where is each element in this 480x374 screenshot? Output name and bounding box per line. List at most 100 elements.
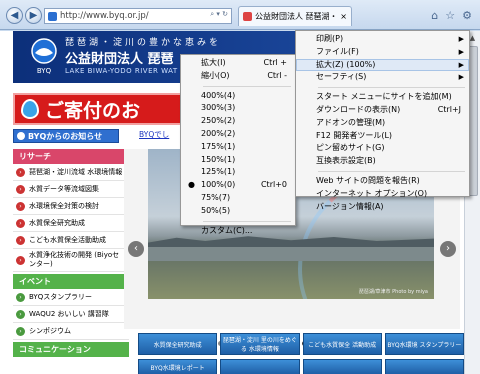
menu-item-label: インターネット オプション(O) <box>316 188 428 198</box>
sidebar-item[interactable]: › シンポジウム <box>13 323 129 340</box>
slider-prev-icon[interactable]: ‹ <box>128 241 144 257</box>
submenu-arrow-icon: ▶ <box>458 47 464 56</box>
sidebar-item[interactable]: › こども水質保全活動助成 <box>13 232 129 249</box>
menu-item[interactable]: 200%(2) <box>181 128 295 141</box>
sidebar-item-label: 水環境保全対策の検討 <box>29 201 99 210</box>
slider-next-icon[interactable]: › <box>440 241 456 257</box>
favorites-star-icon[interactable]: ☆ <box>445 9 455 22</box>
submenu-arrow-icon: ▶ <box>458 35 464 43</box>
menu-item[interactable]: インターネット オプション(O) <box>296 188 469 201</box>
browser-toolbar: ◀ ▶ http://www.byq.or.jp/ ⌕ ▾ ↻ 公益財団法人 琵… <box>0 0 480 30</box>
menu-item[interactable]: 250%(2) <box>181 115 295 128</box>
submenu-arrow-icon: ▶ <box>458 60 464 69</box>
sidebar-item[interactable]: › 水質浄化技術の開発 (Biyoセンター) <box>13 249 129 272</box>
menu-separator <box>318 87 465 89</box>
menu-item[interactable]: 75%(7) <box>181 192 295 205</box>
banner-button[interactable] <box>384 359 464 374</box>
sidebar-item-label: BYQスタンプラリー <box>29 292 92 301</box>
menu-item[interactable]: Web サイトの問題を報告(R) <box>296 175 469 188</box>
menu-item[interactable]: 50%(5) <box>181 205 295 218</box>
menu-item-label: 125%(1) <box>201 167 236 177</box>
address-bar[interactable]: http://www.byq.or.jp/ ⌕ ▾ ↻ <box>44 8 232 24</box>
banner-button[interactable]: 水質保全研究助成 <box>138 333 218 355</box>
home-icon[interactable]: ⌂ <box>431 9 438 22</box>
menu-item-label: 印刷(P) <box>316 34 344 43</box>
banner-buttons: 水質保全研究助成 琵琶湖・淀川 里の川をめぐる 水環境情報 こども水質保全 活動助成… <box>138 333 464 355</box>
sidebar-item[interactable]: › WAQU2 おいしい 講習隊 <box>13 306 129 323</box>
menu-item-label: ダウンロードの表示(N) <box>316 104 401 114</box>
menu-item-label: 175%(1) <box>201 141 236 151</box>
menu-item-label: F12 開発者ツール(L) <box>316 130 393 140</box>
menu-separator <box>203 220 291 222</box>
menu-separator <box>318 170 465 172</box>
menu-item-shortcut: Ctrl+0 <box>260 180 287 190</box>
menu-item[interactable]: ダウンロードの表示(N) Ctrl+J <box>296 104 469 117</box>
menu-item[interactable]: ● 100%(0) Ctrl+0 <box>181 179 295 192</box>
back-arrow-icon[interactable]: ◀ <box>6 7 23 24</box>
menu-item[interactable]: 400%(4) <box>181 90 295 103</box>
sidebar-item-label: こども水質保全活動助成 <box>29 235 106 244</box>
banner-button[interactable]: 琵琶湖・淀川 里の川をめぐる 水環境情報 <box>220 333 300 355</box>
menu-item-label: Web サイトの問題を報告(R) <box>316 175 420 185</box>
byq-logo[interactable]: BYQ <box>29 37 59 77</box>
banner-button[interactable] <box>302 359 382 374</box>
address-url[interactable]: http://www.byq.or.jp/ <box>60 11 149 21</box>
arrow-bullet-icon: › <box>16 218 25 228</box>
menu-item-label: 100%(0) <box>201 180 236 190</box>
search-refresh-icon[interactable]: ⌕ ▾ ↻ <box>210 10 228 19</box>
menu-item[interactable]: F12 開発者ツール(L) <box>296 130 469 143</box>
menu-item-label: 150%(1) <box>201 154 236 164</box>
menu-item-label: 75%(7) <box>201 192 231 202</box>
banner-button[interactable] <box>220 359 300 374</box>
menu-item-label: 400%(4) <box>201 90 236 100</box>
menu-item[interactable]: 拡大(Z) (100%) ▶ <box>296 58 469 72</box>
sidebar-item[interactable]: › 琵琶湖・淀川流域 水環境情報 <box>13 164 129 181</box>
gear-icon[interactable]: ⚙ <box>462 9 472 22</box>
menu-item-shortcut: Ctrl + <box>263 58 287 67</box>
menu-item[interactable]: 縮小(O) Ctrl - <box>181 70 295 83</box>
event-list: › BYQスタンプラリー › WAQU2 おいしい 講習隊 › シンポジウム <box>13 289 129 340</box>
menu-item[interactable]: セーフティ(S) ▶ <box>296 71 469 84</box>
sidebar-item-label: 水質浄化技術の開発 (Biyoセンター) <box>29 251 120 268</box>
banner-button[interactable]: BYQ水環境 スタンプラリー <box>384 333 464 355</box>
menu-item-label: 拡大(I) <box>201 58 226 67</box>
forward-arrow-icon[interactable]: ▶ <box>25 7 42 24</box>
menu-item[interactable]: スタート メニューにサイトを追加(M) <box>296 91 469 104</box>
sidebar-item[interactable]: › 水質保全研究助成 <box>13 215 129 232</box>
sidebar-item[interactable]: › 水環境保全対策の検討 <box>13 198 129 215</box>
sidebar-item-label: シンポジウム <box>29 326 71 335</box>
news-link[interactable]: BYQでし <box>139 129 169 140</box>
menu-item-label: ピン留めサイト(G) <box>316 143 385 153</box>
menu-item[interactable]: カスタム(C)... <box>181 225 295 238</box>
tab-title: 公益財団法人 琵琶湖・淀 <box>255 12 338 21</box>
arrow-bullet-icon: › <box>16 309 25 319</box>
sidebar-heading-event: イベント <box>13 274 129 289</box>
donation-banner[interactable]: ご寄付のお <box>13 93 183 125</box>
banner-button[interactable]: こども水質保全 活動助成 <box>302 333 382 355</box>
menu-item[interactable]: バージョン情報(A) <box>296 201 469 214</box>
svg-text:BYQ: BYQ <box>37 67 52 75</box>
arrow-bullet-icon: › <box>16 235 25 245</box>
selected-bullet-icon: ● <box>188 180 195 190</box>
menu-item[interactable]: 互換表示設定(B) <box>296 155 469 168</box>
menu-item[interactable]: 印刷(P) ▶ <box>296 33 469 46</box>
menu-item-label: 50%(5) <box>201 205 231 215</box>
sidebar-item-label: 水質保全研究助成 <box>29 218 85 227</box>
sidebar-item-label: 琵琶湖・淀川流域 水環境情報 <box>29 167 123 176</box>
menu-item[interactable]: 175%(1) <box>181 141 295 154</box>
menu-item[interactable]: 125%(1) <box>181 166 295 179</box>
menu-item[interactable]: ファイル(F) ▶ <box>296 46 469 59</box>
menu-item[interactable]: アドオンの管理(M) <box>296 117 469 130</box>
sidebar-item[interactable]: › BYQスタンプラリー <box>13 289 129 306</box>
menu-item[interactable]: 300%(3) <box>181 102 295 115</box>
organization-name-en: LAKE BIWA-YODO RIVER WAT <box>65 67 178 75</box>
menu-item[interactable]: 150%(1) <box>181 154 295 167</box>
menu-item-shortcut: Ctrl - <box>267 70 287 80</box>
close-tab-icon[interactable]: × <box>340 12 347 21</box>
menu-item[interactable]: ピン留めサイト(G) <box>296 142 469 155</box>
banner-button[interactable]: BYQ水環境レポート <box>138 359 218 374</box>
arrow-bullet-icon: › <box>16 255 25 265</box>
menu-item[interactable]: 拡大(I) Ctrl + <box>181 57 295 70</box>
browser-tab[interactable]: 公益財団法人 琵琶湖・淀 × <box>238 6 352 26</box>
sidebar-item[interactable]: › 水質データ等流域図集 <box>13 181 129 198</box>
